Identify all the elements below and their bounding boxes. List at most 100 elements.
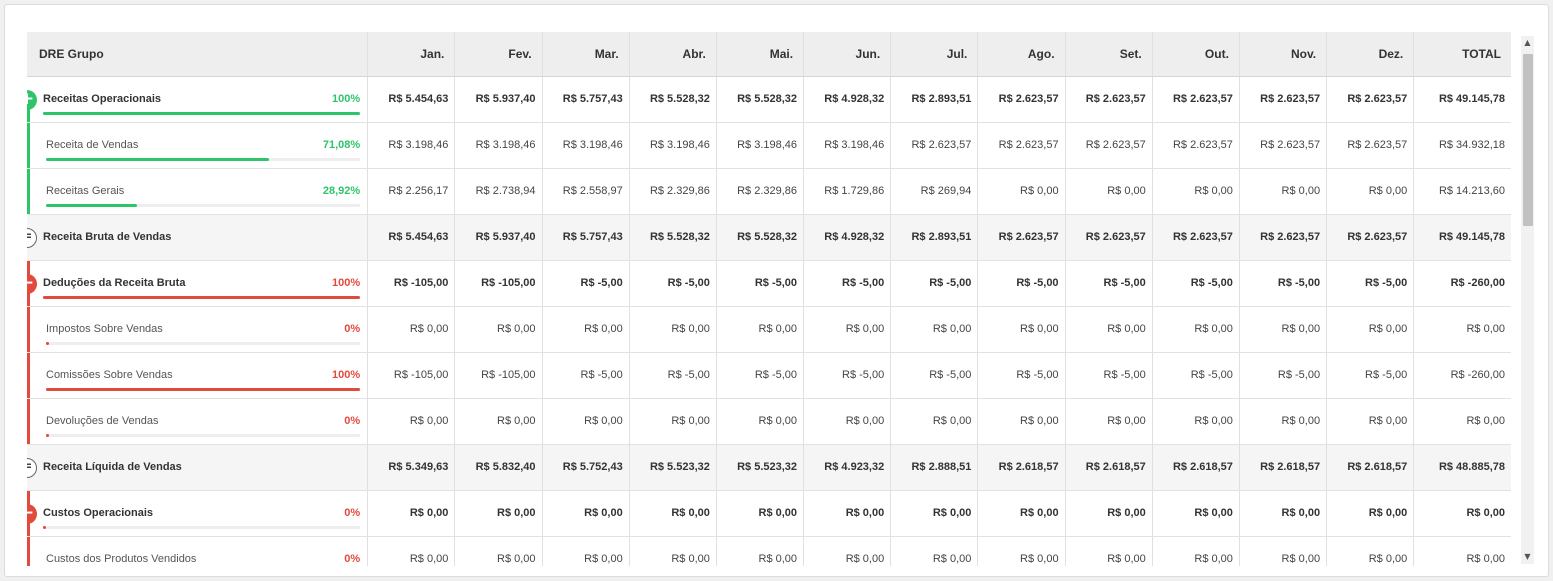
row-progress-bar: [43, 525, 361, 529]
value-cell-apr: R$ 5.528,32: [628, 76, 717, 123]
row-progress-bar: [43, 111, 361, 115]
row-label-cell: = Receita Bruta de Vendas: [27, 214, 368, 261]
column-header-dec[interactable]: Dez.: [1326, 32, 1414, 77]
row-percentage: 100%: [332, 276, 361, 289]
group-row[interactable]: −Deduções da Receita Bruta 100% R$ -105,00…: [27, 260, 1511, 307]
row-progress-bar: [43, 295, 361, 299]
column-header-apr[interactable]: Abr.: [628, 32, 717, 77]
column-header-jun[interactable]: Jun.: [803, 32, 891, 77]
minus-circle-icon[interactable]: −: [27, 503, 37, 524]
value-cell-mar: R$ 5.752,43: [541, 444, 630, 491]
minus-circle-icon[interactable]: −: [27, 273, 37, 294]
value-cell-oct: R$ 2.618,57: [1151, 444, 1240, 491]
value-cell-jan: R$ 5.454,63: [367, 76, 455, 123]
value-cell-sep: R$ 0,00: [1064, 398, 1153, 445]
value-cell-mar: R$ 2.558,97: [541, 168, 630, 215]
column-header-aug[interactable]: Ago.: [977, 32, 1066, 77]
plus-circle-icon[interactable]: +: [27, 89, 37, 110]
total-row[interactable]: =Receita Bruta de VendasR$ 5.454,63R$ 5.…: [27, 214, 1511, 261]
value-cell-jul: R$ 2.893,51: [890, 76, 978, 123]
column-header-nov[interactable]: Nov.: [1238, 32, 1327, 77]
value-cell-aug: R$ 0,00: [977, 490, 1066, 537]
column-header-may[interactable]: Mai.: [715, 32, 804, 77]
sub-row[interactable]: Devoluções de Vendas 0% R$ 0,00 R$ 0,00 R$ 0…: [27, 398, 1511, 445]
column-header-oct[interactable]: Out.: [1151, 32, 1240, 77]
group-row[interactable]: −Custos Operacionais0%R$ 0,00R$ 0,00R$ 0…: [27, 490, 1511, 537]
equals-circle-icon: =: [27, 457, 37, 478]
value-cell-jun: R$ 0,00: [803, 536, 891, 566]
column-header-jan[interactable]: Jan.: [367, 32, 455, 77]
row-label: Receita Bruta de Vendas: [43, 230, 172, 243]
value-cell-total: R$ 48.885,78: [1413, 444, 1511, 491]
value-cell-aug: R$ -5,00: [977, 352, 1066, 399]
value-cell-jul: R$ 0,00: [890, 490, 978, 537]
value-cell-oct: R$ 0,00: [1151, 306, 1240, 353]
value-cell-jun: R$ -5,00: [803, 352, 891, 399]
sub-row[interactable]: Comissões Sobre Vendas 100% R$ -105,00 R$ -…: [27, 352, 1511, 399]
value-cell-oct: R$ -5,00: [1151, 352, 1240, 399]
header-row: DRE Grupo Jan. Fev. Mar. Abr. Mai. Jun. …: [27, 32, 1511, 77]
value-cell-total: R$ -260,00: [1413, 260, 1511, 307]
value-cell-total: R$ 0,00: [1413, 536, 1511, 566]
row-label: Custos dos Produtos Vendidos: [46, 552, 197, 565]
value-cell-sep: R$ 0,00: [1064, 306, 1153, 353]
total-row[interactable]: =Receita Líquida de VendasR$ 5.349,63R$ …: [27, 444, 1511, 491]
row-progress-fill: [46, 157, 270, 161]
row-percentage: 100%: [332, 368, 361, 381]
value-cell-jul: R$ 2.893,51: [890, 214, 978, 261]
row-label-cell: Impostos Sobre Vendas 0%: [27, 306, 368, 353]
column-header-group[interactable]: DRE Grupo: [27, 32, 368, 77]
row-label-cell: Custos dos Produtos Vendidos 0%: [27, 536, 368, 566]
dre-panel: DRE Grupo Jan. Fev. Mar. Abr. Mai. Jun. …: [4, 4, 1549, 577]
sub-row[interactable]: Impostos Sobre Vendas 0% R$ 0,00 R$ 0,00 R$ …: [27, 306, 1511, 353]
value-cell-nov: R$ 2.618,57: [1238, 444, 1327, 491]
row-label-cell: = Receita Líquida de Vendas: [27, 444, 368, 491]
value-cell-jun: R$ 4.923,32: [803, 444, 891, 491]
row-progress-fill: [46, 433, 49, 437]
value-cell-nov: R$ 0,00: [1238, 490, 1327, 537]
value-cell-sep: R$ 2.623,57: [1064, 214, 1153, 261]
row-label-cell: −Custos Operacionais 0%: [27, 490, 368, 537]
value-cell-apr: R$ 5.523,32: [628, 444, 717, 491]
row-label-cell: Receita de Vendas 71,08%: [27, 122, 368, 169]
vertical-scrollbar[interactable]: ▲ ▼: [1521, 36, 1534, 564]
value-cell-may: R$ 3.198,46: [715, 122, 804, 169]
value-cell-nov: R$ 0,00: [1238, 536, 1327, 566]
value-cell-apr: R$ 0,00: [628, 398, 717, 445]
sub-row[interactable]: Custos dos Produtos Vendidos 0% R$ 0,00 R$ …: [27, 536, 1511, 566]
row-progress-fill: [43, 111, 361, 115]
row-percentage: 0%: [344, 552, 361, 565]
sub-row[interactable]: Receitas Gerais 28,92% R$ 2.256,17 R$ 2.738…: [27, 168, 1511, 215]
row-label-cell: Comissões Sobre Vendas 100%: [27, 352, 368, 399]
scroll-down-arrow-icon[interactable]: ▼: [1521, 550, 1534, 564]
column-header-jul[interactable]: Jul.: [890, 32, 978, 77]
value-cell-sep: R$ 2.618,57: [1064, 444, 1153, 491]
row-progress-fill: [43, 525, 46, 529]
scrollbar-thumb[interactable]: [1523, 54, 1533, 226]
value-cell-may: R$ 0,00: [715, 490, 804, 537]
scroll-up-arrow-icon[interactable]: ▲: [1521, 36, 1534, 50]
row-progress-fill: [46, 203, 137, 207]
dre-table: DRE Grupo Jan. Fev. Mar. Abr. Mai. Jun. …: [27, 32, 1511, 566]
value-cell-oct: R$ 0,00: [1151, 168, 1240, 215]
sub-row[interactable]: Receita de Vendas 71,08% R$ 3.198,46 R$ 3.1…: [27, 122, 1511, 169]
column-header-mar[interactable]: Mar.: [541, 32, 630, 77]
value-cell-oct: R$ -5,00: [1151, 260, 1240, 307]
column-header-sep[interactable]: Set.: [1064, 32, 1153, 77]
row-progress-bar: [46, 433, 361, 437]
value-cell-jul: R$ -5,00: [890, 260, 978, 307]
row-percentage: 71,08%: [322, 138, 361, 151]
row-progress-fill: [43, 295, 361, 299]
value-cell-apr: R$ -5,00: [628, 260, 717, 307]
value-cell-oct: R$ 0,00: [1151, 398, 1240, 445]
value-cell-jul: R$ 0,00: [890, 306, 978, 353]
column-header-total[interactable]: TOTAL: [1413, 32, 1511, 77]
value-cell-nov: R$ -5,00: [1238, 260, 1327, 307]
value-cell-may: R$ -5,00: [715, 352, 804, 399]
value-cell-aug: R$ 0,00: [977, 536, 1066, 566]
row-progress-bar: [46, 203, 361, 207]
column-header-feb[interactable]: Fev.: [454, 32, 543, 77]
value-cell-dec: R$ 2.623,57: [1326, 122, 1414, 169]
group-row[interactable]: +Receitas Operacionais100%R$ 5.454,63R$ …: [27, 76, 1511, 123]
value-cell-total: R$ 0,00: [1413, 490, 1511, 537]
